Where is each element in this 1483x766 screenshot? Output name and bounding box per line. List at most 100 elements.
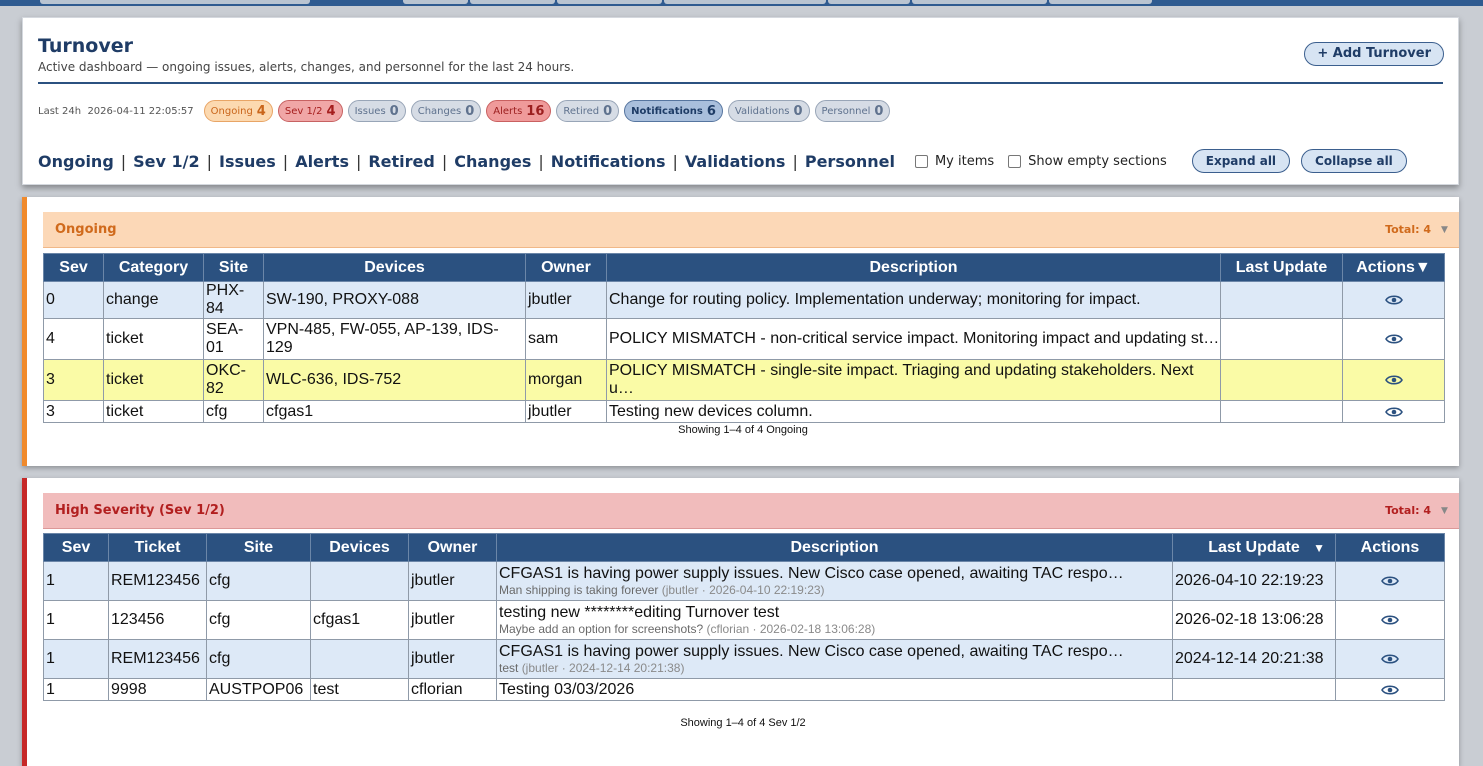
col-header-ticket[interactable]: Ticket	[108, 533, 207, 562]
col-header-sev[interactable]: Sev	[43, 533, 109, 562]
nav-link-notifications[interactable]: Notifications	[551, 152, 666, 171]
col-header-site[interactable]: Site	[206, 533, 311, 562]
nav-link-alerts[interactable]: Alerts	[295, 152, 349, 171]
col-header-devices[interactable]: Devices	[310, 533, 409, 562]
cell-description: testing new ********editing Turnover tes…	[496, 600, 1173, 640]
my-items-toggle[interactable]: My items	[914, 153, 995, 169]
eye-icon[interactable]	[1384, 333, 1403, 345]
eye-icon[interactable]	[1381, 614, 1399, 626]
top-tab[interactable]	[828, 0, 910, 4]
chip-personnel[interactable]: Personnel 0	[814, 100, 891, 122]
description-text: CFGAS1 is having power supply issues. Ne…	[499, 564, 1124, 582]
eye-icon[interactable]	[1384, 374, 1403, 386]
eye-icon[interactable]	[1381, 575, 1399, 587]
col-header-owner[interactable]: Owner	[408, 533, 497, 562]
table-header-row: Sev Category Site Devices Owner Descript…	[43, 253, 1445, 282]
top-tab[interactable]	[557, 0, 662, 4]
chip-validations[interactable]: Validations 0	[727, 100, 810, 122]
expand-all-button[interactable]: Expand all	[1191, 149, 1291, 173]
top-tab[interactable]	[912, 0, 1047, 4]
cell-last-update	[1220, 318, 1343, 360]
cell-ticket: REM123456	[108, 639, 207, 679]
eye-icon[interactable]	[1384, 294, 1403, 306]
top-tab[interactable]	[664, 0, 826, 4]
page-title: Turnover	[38, 35, 133, 57]
table-row[interactable]: 1 123456 cfg cfgas1 jbutler testing new …	[43, 600, 1445, 640]
chevron-down-icon[interactable]: ▼	[1441, 225, 1457, 235]
cell-sev: 1	[43, 561, 109, 601]
chip-alerts[interactable]: Alerts 16	[486, 100, 552, 122]
col-header-last-update[interactable]: Last Update	[1220, 253, 1343, 282]
nav-link-retired[interactable]: Retired	[368, 152, 435, 171]
chip-notifications[interactable]: Notifications 6	[624, 100, 723, 122]
nav-link-validations[interactable]: Validations	[685, 152, 786, 171]
add-turnover-button[interactable]: + Add Turnover	[1304, 42, 1444, 66]
chip-issues[interactable]: Issues 0	[347, 100, 406, 122]
cell-site: SEA-01	[203, 318, 264, 360]
cell-last-update: 2026-04-10 22:19:23	[1172, 561, 1336, 601]
cell-devices	[310, 639, 409, 679]
col-header-last-update[interactable]: Last Update ▼	[1172, 533, 1336, 562]
nav-link-issues[interactable]: Issues	[219, 152, 276, 171]
table-row[interactable]: 1 9998 AUSTPOP06 test cflorian Testing 0…	[43, 678, 1445, 701]
cell-last-update: 2026-02-18 13:06:28	[1172, 600, 1336, 640]
top-tab[interactable]	[403, 0, 468, 4]
show-empty-checkbox[interactable]	[1008, 154, 1022, 168]
my-items-checkbox[interactable]	[914, 154, 928, 168]
col-header-actions[interactable]: Actions▼	[1342, 253, 1445, 282]
turnover-header-card: Turnover Active dashboard — ongoing issu…	[22, 17, 1459, 185]
nav-link-sev12[interactable]: Sev 1/2	[133, 152, 199, 171]
chip-ongoing[interactable]: Ongoing 4	[203, 100, 273, 122]
eye-icon[interactable]	[1384, 406, 1403, 418]
top-tab[interactable]	[1049, 0, 1152, 4]
cell-owner: jbutler	[525, 400, 607, 423]
nav-link-ongoing[interactable]: Ongoing	[38, 152, 114, 171]
description-text: testing new ********editing Turnover tes…	[499, 603, 780, 621]
latest-note: Maybe add an option for screenshots? (cf…	[499, 621, 876, 636]
cell-devices: WLC-636, IDS-752	[263, 359, 526, 401]
table-row[interactable]: 3 ticket cfg cfgas1 jbutler Testing new …	[43, 400, 1445, 423]
top-tab[interactable]	[40, 0, 310, 4]
col-header-actions[interactable]: Actions	[1335, 533, 1445, 562]
cell-actions	[1335, 678, 1445, 701]
section-nav: Ongoing | Sev 1/2 | Issues | Alerts | Retire…	[38, 149, 1407, 173]
chip-retired[interactable]: Retired 0	[556, 100, 620, 122]
col-header-site[interactable]: Site	[203, 253, 264, 282]
table-row[interactable]: 1 REM123456 cfg jbutler CFGAS1 is having…	[43, 561, 1445, 601]
ongoing-section-header[interactable]: Ongoing Total: 4 ▼	[43, 212, 1459, 248]
eye-icon[interactable]	[1381, 653, 1399, 665]
collapse-all-button[interactable]: Collapse all	[1301, 149, 1407, 173]
my-items-label: My items	[934, 153, 995, 169]
top-tab[interactable]	[470, 0, 555, 4]
chip-sev12[interactable]: Sev 1/2 4	[277, 100, 343, 122]
col-header-description[interactable]: Description	[606, 253, 1221, 282]
col-header-sev[interactable]: Sev	[43, 253, 104, 282]
show-empty-toggle[interactable]: Show empty sections	[1008, 154, 1167, 169]
high-section-header[interactable]: High Severity (Sev 1/2) Total: 4 ▼	[43, 493, 1459, 529]
table-row[interactable]: 1 REM123456 cfg jbutler CFGAS1 is having…	[43, 639, 1445, 679]
table-row[interactable]: 4 ticket SEA-01 VPN-485, FW-055, AP-139,…	[43, 318, 1445, 360]
cell-description: POLICY MISMATCH - non-critical service i…	[606, 318, 1221, 360]
cell-site: cfg	[206, 639, 311, 679]
cell-category: ticket	[103, 359, 204, 401]
table-row[interactable]: 3 ticket OKC-82 WLC-636, IDS-752 morgan …	[43, 359, 1445, 401]
cell-last-update: 2024-12-14 20:21:38	[1172, 639, 1336, 679]
chevron-down-icon[interactable]: ▼	[1441, 506, 1457, 516]
sort-down-icon[interactable]: ▼	[1313, 541, 1325, 555]
table-row[interactable]: 0 change PHX-84 SW-190, PROXY-088 jbutle…	[43, 281, 1445, 319]
col-header-description[interactable]: Description	[496, 533, 1173, 562]
col-header-devices[interactable]: Devices	[263, 253, 526, 282]
cell-sev: 1	[43, 600, 109, 640]
nav-link-personnel[interactable]: Personnel	[805, 152, 895, 171]
eye-icon[interactable]	[1381, 684, 1399, 696]
col-header-category[interactable]: Category	[103, 253, 204, 282]
col-header-owner[interactable]: Owner	[525, 253, 607, 282]
ongoing-section: Ongoing Total: 4 ▼ Sev Category Site Dev…	[22, 197, 1459, 466]
cell-description: Testing 03/03/2026	[496, 678, 1173, 701]
cell-site: cfg	[203, 400, 264, 423]
description-text: CFGAS1 is having power supply issues. Ne…	[499, 642, 1124, 660]
sort-down-icon[interactable]: ▼	[1415, 259, 1431, 276]
table-header-row: Sev Ticket Site Devices Owner Descriptio…	[43, 533, 1445, 562]
nav-link-changes[interactable]: Changes	[454, 152, 531, 171]
chip-changes[interactable]: Changes 0	[410, 100, 482, 122]
